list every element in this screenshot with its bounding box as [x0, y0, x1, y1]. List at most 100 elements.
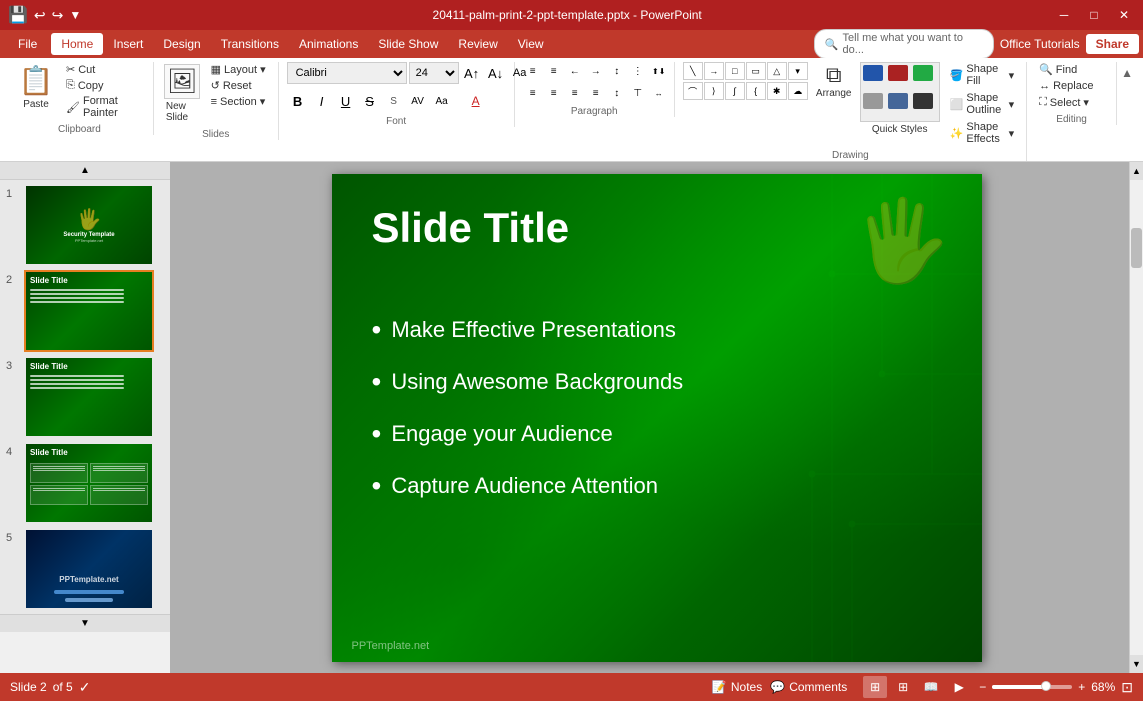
accessibility-icon[interactable]: ✓: [79, 679, 91, 696]
save-icon[interactable]: 💾: [8, 5, 28, 25]
italic-button[interactable]: I: [311, 90, 333, 112]
strikethrough-button[interactable]: S: [359, 90, 381, 112]
line-spacing-button[interactable]: ↕: [607, 62, 627, 80]
increase-font-button[interactable]: A↑: [461, 62, 483, 84]
search-box[interactable]: 🔍 Tell me what you want to do...: [814, 29, 994, 59]
shadow-button[interactable]: S: [383, 90, 405, 112]
shape-curve2-btn[interactable]: ∫: [725, 82, 745, 100]
bullet-list-button[interactable]: ≡: [523, 62, 543, 80]
scroll-up-arrow[interactable]: ▲: [1130, 162, 1143, 180]
cut-button[interactable]: ✂ Cut: [62, 62, 145, 77]
restore-button[interactable]: □: [1083, 4, 1105, 26]
tab-transitions[interactable]: Transitions: [211, 33, 289, 55]
justify-button[interactable]: ≡: [586, 84, 606, 102]
shape-rect-btn[interactable]: □: [725, 62, 745, 80]
format-painter-button[interactable]: 🖌 Format Painter: [62, 94, 145, 120]
select-button[interactable]: ⛶ Select ▾: [1035, 95, 1093, 110]
decrease-font-button[interactable]: A↓: [485, 62, 507, 84]
align-left-button[interactable]: ≡: [523, 84, 543, 102]
comments-button[interactable]: 💬 Comments: [770, 680, 847, 694]
right-scrollbar[interactable]: ▲ ▼: [1129, 162, 1143, 673]
scroll-down-arrow[interactable]: ▼: [1130, 655, 1143, 673]
scroll-thumb[interactable]: [1131, 228, 1142, 268]
reset-button[interactable]: ↺ Reset: [207, 78, 270, 93]
share-button[interactable]: Share: [1086, 34, 1139, 54]
slide-canvas[interactable]: 🖐 Slide Title Make Effective Presentatio…: [332, 174, 982, 662]
underline-button[interactable]: U: [335, 90, 357, 112]
paste-button[interactable]: 📋 Paste: [14, 62, 58, 112]
shape-effects-button[interactable]: ✨ Shape Effects ▾: [946, 120, 1018, 146]
slide-content[interactable]: Make Effective Presentations Using Aweso…: [372, 304, 942, 512]
tab-view[interactable]: View: [508, 33, 554, 55]
tab-slideshow[interactable]: Slide Show: [368, 33, 448, 55]
copy-button[interactable]: ⎘ Copy: [62, 78, 145, 93]
zoom-slider[interactable]: [992, 685, 1072, 689]
font-size-select[interactable]: 24: [409, 62, 459, 84]
close-button[interactable]: ✕: [1113, 4, 1135, 26]
slide-title[interactable]: Slide Title: [372, 204, 942, 252]
slide-thumbnail-1[interactable]: 1 🖐 Security Template PPTemplate.net: [6, 184, 164, 266]
new-slide-button[interactable]: 🖼 New Slide: [162, 62, 203, 125]
columns-button[interactable]: ⋮: [628, 62, 648, 80]
expand-button[interactable]: ⬆⬇: [649, 62, 669, 80]
shape-star-btn[interactable]: ✱: [767, 82, 787, 100]
text-direction-button[interactable]: ↕: [607, 84, 627, 102]
scroll-down-button[interactable]: ▼: [0, 614, 170, 632]
reading-view-button[interactable]: 📖: [919, 676, 943, 698]
tab-review[interactable]: Review: [448, 33, 507, 55]
font-spacing-button[interactable]: AV: [407, 90, 429, 112]
shape-round-btn[interactable]: ▭: [746, 62, 766, 80]
slideshow-button[interactable]: ▶: [947, 676, 971, 698]
shape-outline-button[interactable]: ⬜ Shape Outline ▾: [946, 91, 1018, 117]
shape-more-btn[interactable]: ▾: [788, 62, 808, 80]
slide-thumbnail-5[interactable]: 5 PPTemplate.net: [6, 528, 164, 610]
slide-thumbnail-2[interactable]: 2 Slide Title: [6, 270, 164, 352]
shape-arrow-btn[interactable]: →: [704, 62, 724, 80]
shape-fill-button[interactable]: 🪣 Shape Fill ▾: [946, 62, 1018, 88]
shape-curve-btn[interactable]: ⌒: [683, 82, 703, 100]
zoom-out-button[interactable]: −: [979, 680, 986, 694]
scroll-track[interactable]: [1130, 180, 1143, 655]
align-center-button[interactable]: ≡: [544, 84, 564, 102]
font-color-button[interactable]: A: [465, 90, 487, 112]
layout-button[interactable]: ▦ Layout ▾: [207, 62, 270, 77]
decrease-indent-button[interactable]: ←: [565, 62, 585, 80]
slide-sorter-button[interactable]: ⊞: [891, 676, 915, 698]
align-right-button[interactable]: ≡: [565, 84, 585, 102]
file-menu[interactable]: File: [4, 33, 51, 55]
slide-thumbnail-4[interactable]: 4 Slide Title: [6, 442, 164, 524]
ribbon-collapse-button[interactable]: ▲: [1117, 62, 1137, 84]
fit-button[interactable]: ⊡: [1121, 679, 1133, 696]
customize-icon[interactable]: ▼: [69, 8, 81, 22]
bold-button[interactable]: B: [287, 90, 309, 112]
tab-home[interactable]: Home: [51, 33, 103, 55]
shape-brace-btn[interactable]: {: [746, 82, 766, 100]
tab-animations[interactable]: Animations: [289, 33, 368, 55]
shape-line-btn[interactable]: ╲: [683, 62, 703, 80]
zoom-in-button[interactable]: +: [1078, 680, 1085, 694]
zoom-handle[interactable]: [1041, 681, 1051, 691]
normal-view-button[interactable]: ⊞: [863, 676, 887, 698]
replace-button[interactable]: ↔ Replace: [1035, 79, 1097, 93]
notes-button[interactable]: 📝 Notes: [712, 680, 762, 694]
shape-tri-btn[interactable]: △: [767, 62, 787, 80]
undo-icon[interactable]: ↩: [34, 7, 46, 24]
change-case-button[interactable]: Aa: [431, 90, 453, 112]
office-tutorials-link[interactable]: Office Tutorials: [1000, 37, 1080, 51]
smartart-button[interactable]: ↔: [649, 84, 669, 102]
redo-icon[interactable]: ↪: [52, 7, 64, 24]
quick-styles-button[interactable]: [860, 62, 940, 122]
minimize-button[interactable]: ─: [1053, 4, 1075, 26]
slide-thumbnail-3[interactable]: 3 Slide Title: [6, 356, 164, 438]
align-text-button[interactable]: ⊤: [628, 84, 648, 102]
tab-design[interactable]: Design: [153, 33, 210, 55]
tab-insert[interactable]: Insert: [103, 33, 153, 55]
arrange-button[interactable]: ⧉ Arrange: [814, 62, 854, 101]
font-name-select[interactable]: Calibri: [287, 62, 407, 84]
shape-cloud-btn[interactable]: ☁: [788, 82, 808, 100]
section-button[interactable]: ≡ Section ▾: [207, 94, 270, 109]
scroll-up-button[interactable]: ▲: [0, 162, 170, 180]
find-button[interactable]: 🔍 Find: [1035, 62, 1081, 77]
shape-chevron-btn[interactable]: ⟩: [704, 82, 724, 100]
increase-indent-button[interactable]: →: [586, 62, 606, 80]
